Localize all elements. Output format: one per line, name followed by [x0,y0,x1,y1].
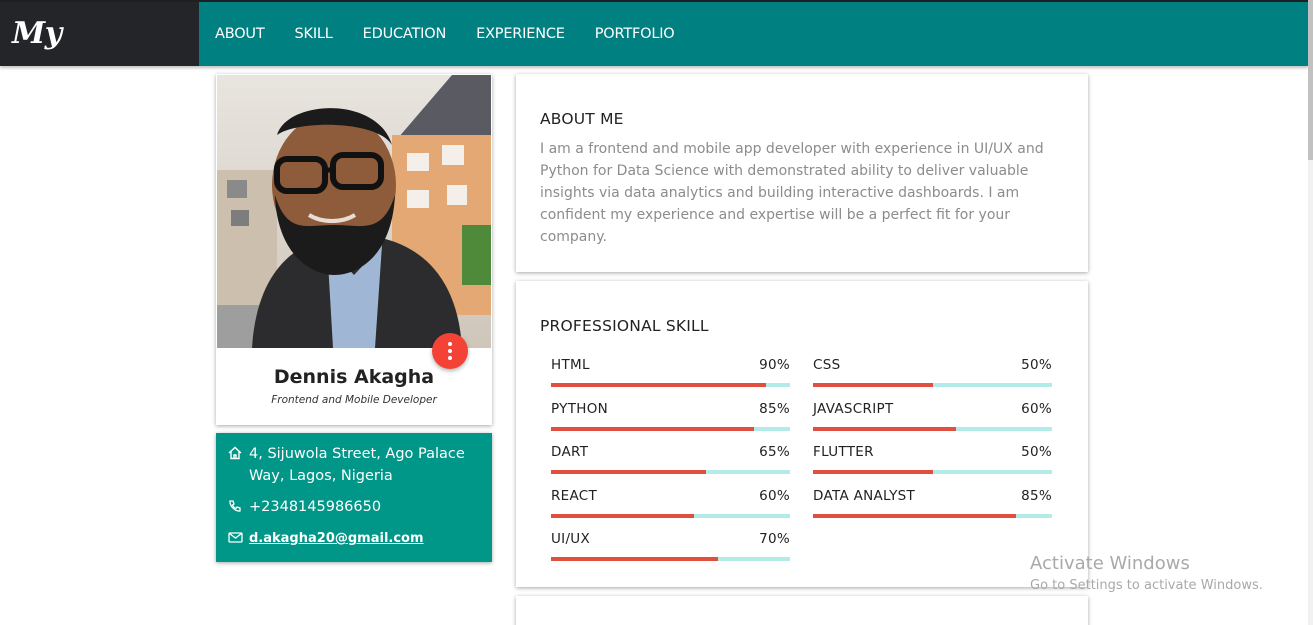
skill-name: JAVASCRIPT [813,401,894,417]
about-title: ABOUT ME [540,110,624,128]
skill-percent: 60% [1021,401,1052,417]
skill-react: REACT 60% [551,488,790,518]
contact-phone: +2348145986650 [228,496,479,518]
skill-bar [813,514,1052,518]
scrollbar-thumb[interactable] [1308,0,1313,160]
home-icon [228,446,242,487]
about-text: I am a frontend and mobile app developer… [540,141,1044,245]
skill-bar-fill [813,427,957,431]
skill-percent: 90% [759,357,790,373]
skill-bar-fill [551,383,767,387]
skill-bar-fill [551,470,707,474]
skill-css: CSS 50% [813,357,1052,387]
skill-percent: 60% [759,488,790,504]
nav-portfolio[interactable]: PORTFOLIO [595,26,675,42]
mail-icon [228,530,243,550]
skill-bar [551,383,790,387]
skill-bar [551,470,790,474]
nav-skill[interactable]: SKILL [295,26,333,42]
skill-bar-fill [813,383,933,387]
skill-bar [551,427,790,431]
skill-bar [551,557,790,561]
skill-bar [551,514,790,518]
skill-name: FLUTTER [813,444,874,460]
next-section-card [516,596,1088,625]
skill-uiux: UI/UX 70% [551,531,790,561]
skill-percent: 50% [1021,357,1052,373]
skill-percent: 65% [759,444,790,460]
more-options-button[interactable] [432,333,468,369]
page-scrollbar[interactable] [1308,0,1313,625]
nav-experience[interactable]: EXPERIENCE [476,26,565,42]
skill-name: DATA ANALYST [813,488,916,504]
watermark-title: Activate Windows [1030,553,1190,574]
skill-percent: 70% [759,531,790,547]
email-link[interactable]: d.akagha20@gmail.com [249,531,424,546]
skill-percent: 50% [1021,444,1052,460]
skill-bar [813,470,1052,474]
nav-about[interactable]: ABOUT [215,26,265,42]
skill-data-analyst: DATA ANALYST 85% [813,488,1052,518]
skill-bar-fill [813,514,1017,518]
skill-javascript: JAVASCRIPT 60% [813,401,1052,431]
nav-education[interactable]: EDUCATION [363,26,447,42]
skill-bar-fill [551,557,719,561]
skill-flutter: FLUTTER 50% [813,444,1052,474]
contact-card: 4, Sijuwola Street, Ago Palace Way, Lago… [216,433,492,562]
top-navbar: My Resume ABOUT SKILL EDUCATION EXPERIEN… [0,0,1308,115]
skill-bar [813,383,1052,387]
skills-title: PROFESSIONAL SKILL [540,317,709,335]
skill-name: PYTHON [551,401,609,417]
skill-bar-fill [551,514,695,518]
more-vert-icon [448,342,452,346]
skill-name: DART [551,444,589,460]
skill-dart: DART 65% [551,444,790,474]
skill-name: CSS [813,357,841,373]
skill-percent: 85% [759,401,790,417]
skill-name: UI/UX [551,531,591,547]
skill-percent: 85% [1021,488,1052,504]
skill-python: PYTHON 85% [551,401,790,431]
skill-name: REACT [551,488,598,504]
profile-role: Frontend and Mobile Developer [271,394,437,406]
about-card: ABOUT ME I am a frontend and mobile app … [516,74,1088,272]
profile-name: Dennis Akagha [273,366,435,388]
contact-address: 4, Sijuwola Street, Ago Palace Way, Lago… [228,443,479,487]
watermark-subtitle: Go to Settings to activate Windows. [1030,578,1263,593]
skills-card: PROFESSIONAL SKILL HTML 90% CSS 50% PYTHON… [516,281,1088,587]
phone-icon [228,499,242,518]
skill-name: HTML [551,357,590,373]
profile-card: Dennis Akagha Frontend and Mobile Develo… [216,74,492,425]
main-nav: ABOUT SKILL EDUCATION EXPERIENCE PORTFOL… [215,2,675,66]
windows-activation-watermark: Activate Windows Go to Settings to activ… [1030,553,1263,593]
brand-logo[interactable]: My Resume [0,2,199,115]
skill-bar-fill [813,470,933,474]
contact-email: d.akagha20@gmail.com [228,527,479,550]
skill-html: HTML 90% [551,357,790,387]
profile-photo [217,75,491,348]
skill-bar [813,427,1052,431]
skill-bar-fill [551,427,755,431]
